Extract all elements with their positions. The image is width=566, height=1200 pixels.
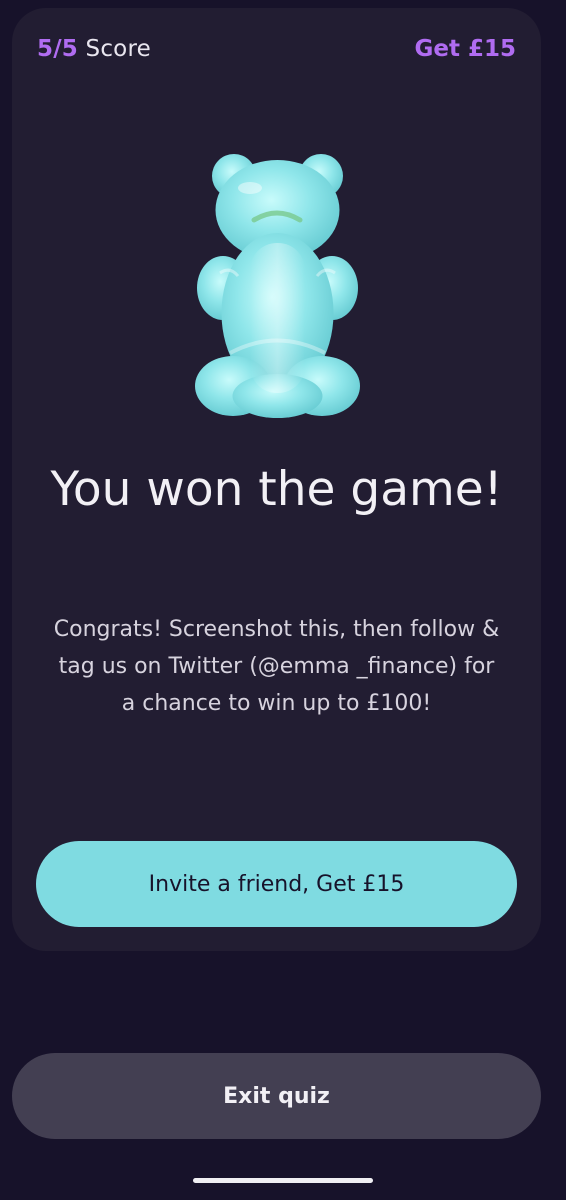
invite-friend-button[interactable]: Invite a friend, Get £15 (36, 841, 517, 927)
score-display: 5/5 Score (37, 36, 151, 62)
home-indicator[interactable] (193, 1178, 373, 1183)
result-message: Congrats! Screenshot this, then follow &… (53, 617, 500, 716)
get-reward-link[interactable]: Get £15 (415, 36, 517, 62)
quiz-result-screen: 5/5 Score Get £15 You won the game! Cong… (0, 0, 566, 1200)
score-label: Score (85, 36, 151, 62)
result-title: You won the game! (50, 462, 503, 517)
result-card: 5/5 Score Get £15 You won the game! Cong… (12, 8, 541, 951)
exit-quiz-button[interactable]: Exit quiz (12, 1053, 541, 1139)
gummy-bear-icon (195, 154, 360, 418)
score-value: 5/5 (37, 36, 79, 62)
